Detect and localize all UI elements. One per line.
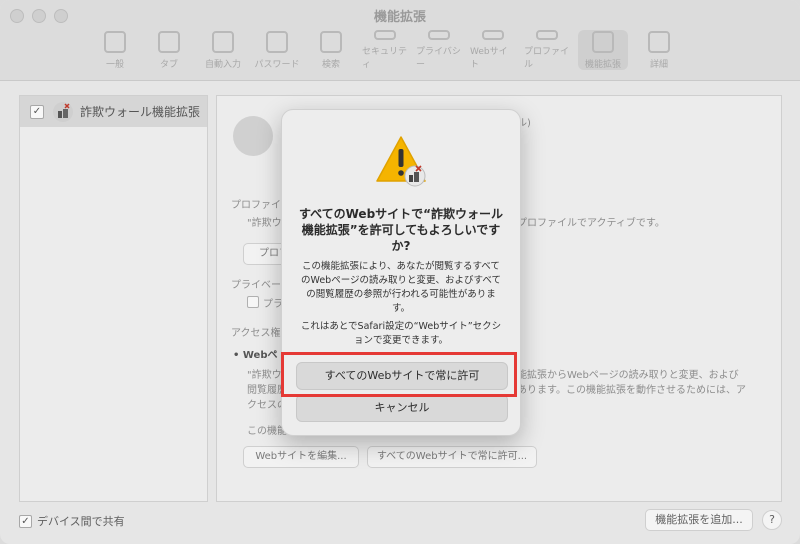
footer: ✓ デバイス間で共有 機能拡張を追加... ?	[0, 508, 800, 544]
web-desc-right-1: 能拡張からWebページの読み取りと変更、および	[517, 370, 739, 381]
gear-icon	[104, 31, 126, 53]
advanced-gear-icon	[648, 31, 670, 53]
sidebar-item-label: 詐欺ウォール機能拡張	[80, 105, 201, 119]
edit-websites-button[interactable]: Webサイトを編集...	[243, 446, 359, 468]
toolbar-extensions[interactable]: 機能拡張	[578, 30, 628, 70]
dialog-body: この機能拡張により、あなたが閲覧するすべてのWebページの読み取りと変更、および…	[301, 261, 501, 314]
preferences-window: 機能拡張 一般 タブ 自動入力 パスワード 検索 セキュリティ プライバシー W…	[0, 0, 800, 544]
web-desc-left-1: "詐欺ウ	[247, 370, 282, 381]
toolbar-privacy[interactable]: プライバシー	[416, 30, 462, 70]
toolbar-tabs[interactable]: タブ	[146, 30, 192, 70]
access-section-label: アクセス権	[231, 328, 281, 339]
toolbar-security[interactable]: セキュリティ	[362, 30, 408, 70]
extension-enabled-checkbox[interactable]: ✓	[30, 104, 44, 119]
toolbar: 一般 タブ 自動入力 パスワード 検索 セキュリティ プライバシー Webサイト…	[92, 30, 682, 70]
extensions-icon	[592, 31, 614, 53]
lock-icon	[374, 30, 396, 40]
toolbar-general[interactable]: 一般	[92, 30, 138, 70]
private-checkbox-label: プラ	[263, 299, 283, 310]
add-extension-button[interactable]: 機能拡張を追加...	[645, 509, 753, 531]
profile-section-label: プロファイ	[231, 200, 281, 211]
private-browsing-checkbox[interactable]	[247, 296, 259, 308]
tabs-icon	[158, 31, 180, 53]
window-title: 機能拡張	[373, 10, 426, 25]
help-button[interactable]: ?	[762, 510, 782, 530]
share-across-devices-label: デバイス間で共有	[37, 515, 125, 528]
dialog-title: すべてのWebサイトで“詐欺ウォール機能拡張”を許可してもよろしいですか?	[298, 207, 504, 253]
extension-large-icon	[233, 116, 273, 156]
autofill-icon	[212, 31, 234, 53]
toolbar-passwords[interactable]: パスワード	[254, 30, 300, 70]
allow-all-websites-button[interactable]: すべてのWebサイトで常に許可...	[367, 446, 537, 468]
web-desc-right-2: あります。この機能拡張を動作させるためには、ア	[517, 385, 746, 396]
share-across-devices-checkbox[interactable]: ✓	[19, 515, 32, 528]
toolbar-search[interactable]: 検索	[308, 30, 354, 70]
key-icon	[266, 31, 288, 53]
toolbar-websites[interactable]: Webサイト	[470, 30, 516, 70]
web-page-bullet: • Webペ	[233, 350, 278, 361]
toolbar-advanced[interactable]: 詳細	[636, 30, 682, 70]
search-icon	[320, 31, 342, 53]
fraud-wall-icon	[52, 101, 74, 123]
hand-icon	[428, 30, 450, 40]
dialog-body-note: これはあとでSafari設定の“Webサイト”セクションで変更できます。	[300, 321, 502, 346]
titlebar: 機能拡張 一般 タブ 自動入力 パスワード 検索 セキュリティ プライバシー W…	[0, 0, 800, 81]
highlight-box	[281, 352, 517, 397]
person-icon	[536, 30, 558, 40]
warning-icon	[374, 134, 428, 188]
toolbar-profiles[interactable]: プロファイル	[524, 30, 570, 70]
profile-desc-right: プロファイルでアクティブです。	[517, 218, 665, 229]
toolbar-autofill[interactable]: 自動入力	[200, 30, 246, 70]
privacy-section-label: プライベー	[231, 280, 281, 291]
sidebar-item-fraud-wall[interactable]: ✓ 詐欺ウォール機能拡張	[20, 96, 207, 127]
extensions-sidebar: ✓ 詐欺ウォール機能拡張	[19, 95, 208, 502]
cancel-button[interactable]: キャンセル	[296, 394, 508, 422]
globe-icon	[482, 30, 504, 40]
